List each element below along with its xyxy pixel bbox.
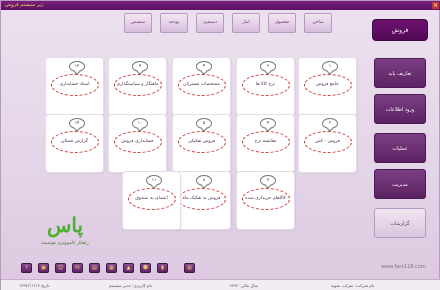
card-number: ۱۲ xyxy=(69,61,85,72)
report-card[interactable]: ۴ مشخصات مشتریان xyxy=(173,58,230,115)
report-card[interactable]: ۳ نرخ کالا ها xyxy=(237,58,294,115)
card-label: اسناد حسابداری xyxy=(59,82,90,87)
status-company: نام شرکت: شرکت نمونه xyxy=(331,283,375,288)
title-bar: ژیر سیستم فروش × xyxy=(1,1,440,10)
report-card[interactable]: ۱۱ اعضای به صندوق xyxy=(123,172,180,229)
top-nav-item-5[interactable]: بودجه xyxy=(160,13,188,33)
top-nav-item-1[interactable]: ساخن xyxy=(304,13,332,33)
status-date: تاریخ ۱۳۹۶/۱۱/۱۶ xyxy=(19,283,50,288)
card-label: فروش به تفکیک ماه xyxy=(182,196,221,201)
card-label: اعضای به صندوق xyxy=(135,196,168,201)
card-label: فروش تفکیکی xyxy=(187,139,216,144)
card-label: جامع فروش xyxy=(316,82,339,87)
company-logo: پاس راهکار کامپیوتری هوشمند xyxy=(41,213,121,249)
card-label: گزارش فصلان xyxy=(60,139,88,144)
print-icon[interactable]: ▤ xyxy=(89,263,100,273)
sidebar-item-sales[interactable]: فروش xyxy=(372,19,428,41)
smile-icon[interactable]: ☻ xyxy=(140,263,151,273)
grid-icon[interactable]: ▦ xyxy=(106,263,117,273)
card-label: مقایسه نرخ xyxy=(254,139,277,144)
report-card[interactable]: ۷ کالاهای حریداری شده xyxy=(237,172,294,229)
top-nav-item-6[interactable]: سعمس xyxy=(124,13,152,33)
card-number: ۴ xyxy=(196,61,212,72)
card-label: مشخصات مشتریان xyxy=(183,82,220,87)
window-title: ژیر سیستم فروش xyxy=(5,2,44,8)
top-nav-item-2[interactable]: محصول xyxy=(268,13,296,33)
card-number: ۱ xyxy=(322,61,338,72)
report-card[interactable]: ۴ مقایسه نرخ xyxy=(237,115,294,172)
top-nav-item-3[interactable]: انبار xyxy=(232,13,260,33)
app-window: ژیر سیستم فروش × ساخن محصول انبار دستمزد… xyxy=(0,0,440,290)
report-card[interactable]: ۲ فروش - کش xyxy=(299,115,356,172)
lock-icon[interactable]: ▲ xyxy=(123,263,134,273)
card-number: ۵ xyxy=(196,118,212,129)
card-number: ۱۴ xyxy=(69,118,85,129)
report-card[interactable]: ۵ فروش تفکیکی xyxy=(173,115,230,172)
card-label: نرخ کالا ها xyxy=(255,82,276,87)
sidebar-item-data-entry[interactable]: ورود اطلاعات xyxy=(374,94,426,124)
folder-icon[interactable]: ▣ xyxy=(38,263,49,273)
card-label: ماهنگار و سیاستگذاری xyxy=(116,82,159,87)
status-bar: تاریخ ۱۳۹۶/۱۱/۱۶ نام کاربری: مدیر سیستم … xyxy=(1,279,440,290)
logo-mark: پاس xyxy=(47,213,84,237)
card-number: ۳ xyxy=(260,61,276,72)
users-icon[interactable]: ☺ xyxy=(55,263,66,273)
top-nav-item-4[interactable]: دستمزد xyxy=(196,13,224,33)
card-label: کالاهای حریداری شده xyxy=(245,196,286,201)
card-number: ۴ xyxy=(260,118,276,129)
chart-icon[interactable]: ▮ xyxy=(157,263,168,273)
website-url: www.fars118.com xyxy=(381,264,426,270)
sidebar-item-management[interactable]: مدیریت xyxy=(374,169,426,199)
report-card[interactable]: ۸ فروش به تفکیک ماه xyxy=(173,172,230,229)
calendar-icon[interactable]: ▥ xyxy=(184,263,195,273)
card-number: ۲ xyxy=(322,118,338,129)
card-number: ۹ xyxy=(132,61,148,72)
report-card[interactable]: ۱۲ اسناد حسابداری xyxy=(46,58,103,115)
report-card[interactable]: ۹ ماهنگار و سیاستگذاری xyxy=(109,58,166,115)
report-card[interactable]: ۱ جامع فروش xyxy=(299,58,356,115)
status-fiscal-year: سال مالی: ۱۳۹۶ xyxy=(229,283,259,288)
status-user: نام کاربری: مدیر سیستم xyxy=(109,283,152,288)
help-icon[interactable]: ? xyxy=(21,263,32,273)
sidebar-item-reports[interactable]: گزارشات xyxy=(374,208,426,238)
card-number: ۷ xyxy=(260,175,276,186)
card-label: فروش - کش xyxy=(315,139,340,144)
sidebar-item-base-definitions[interactable]: تعاریف پایه xyxy=(374,58,426,88)
card-number: ۱۱ xyxy=(146,175,162,186)
report-card[interactable]: ۱۰ حسابداری فروش xyxy=(109,115,166,172)
sidebar-item-operations[interactable]: عملیات xyxy=(374,133,426,163)
card-number: ۸ xyxy=(196,175,212,186)
logo-tagline: راهکار کامپیوتری هوشمند xyxy=(41,241,89,246)
card-label: حسابداری فروش xyxy=(121,139,154,144)
close-icon[interactable]: × xyxy=(432,2,439,9)
sidebar: فروش تعاریف پایه ورود اطلاعات عملیات مدی… xyxy=(360,11,440,271)
report-card[interactable]: ۱۴ گزارش فصلان xyxy=(46,115,103,172)
card-number: ۱۰ xyxy=(132,118,148,129)
mail-icon[interactable]: ✉ xyxy=(72,263,83,273)
